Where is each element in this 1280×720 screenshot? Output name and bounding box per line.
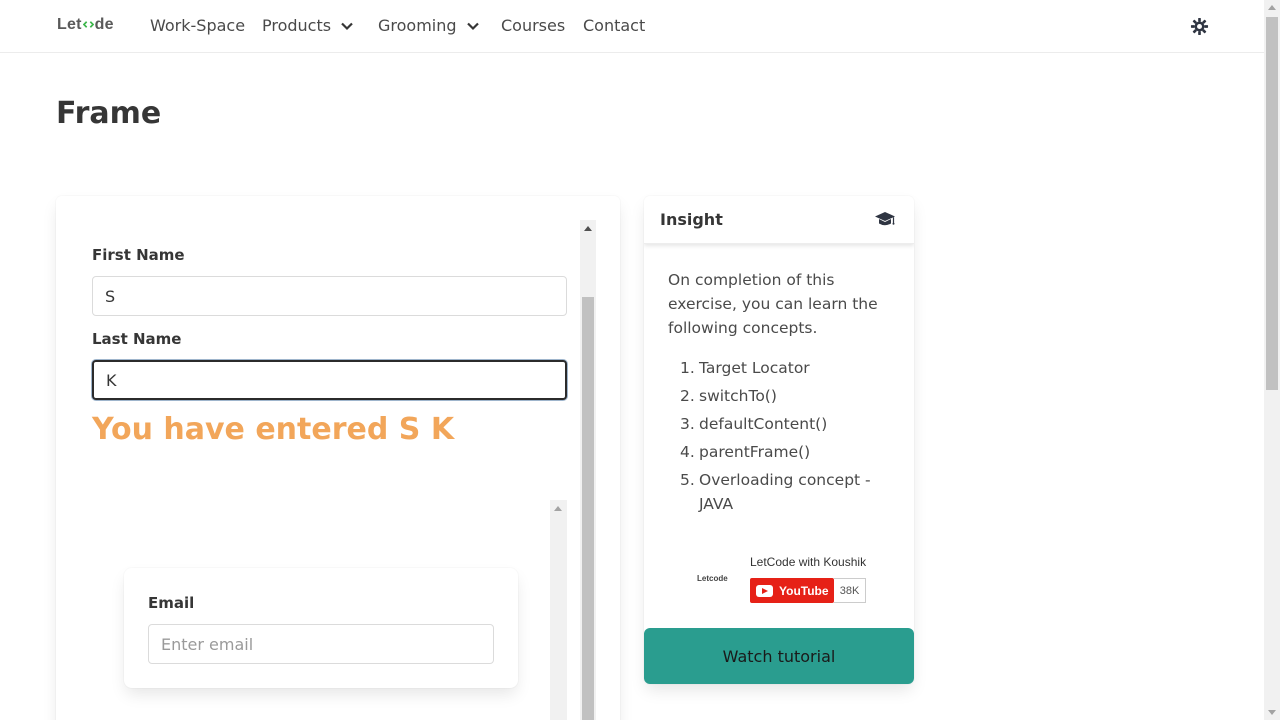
list-item: 5. Overloading concept - JAVA	[680, 468, 880, 516]
page-scrollbar[interactable]	[1264, 0, 1280, 720]
list-item-text: Overloading concept - JAVA	[699, 471, 871, 513]
list-item: 4. parentFrame()	[680, 440, 880, 464]
logo-prefix: Let	[57, 16, 82, 33]
chevron-down-icon	[341, 22, 353, 30]
youtube-subscribe-button[interactable]: YouTube	[750, 578, 834, 603]
insight-card: Insight On completion of this exercise, …	[644, 196, 914, 684]
watch-tutorial-button[interactable]: Watch tutorial	[644, 628, 914, 684]
scroll-down-arrow-icon[interactable]	[1268, 710, 1276, 715]
nav-workspace-label: Work-Space	[150, 16, 246, 35]
gear-icon[interactable]	[1190, 17, 1209, 36]
top-navbar: Let de Work-Space Products Grooming Cours…	[0, 0, 1264, 53]
entered-name-message: You have entered S K	[92, 412, 455, 447]
list-item-text: parentFrame()	[699, 443, 811, 461]
list-item-number: 2.	[680, 387, 695, 405]
nav-grooming[interactable]: Grooming	[378, 16, 480, 35]
list-item-text: Target Locator	[699, 359, 810, 377]
insight-title: Insight	[660, 210, 723, 229]
youtube-channel-logo[interactable]: Letcode	[697, 574, 728, 583]
chevron-down-icon	[466, 22, 479, 30]
nav-products-label: Products	[262, 16, 332, 35]
nav-grooming-label: Grooming	[378, 16, 457, 35]
scrollbar-thumb[interactable]	[1266, 17, 1278, 390]
nav-contact-label: Contact	[583, 16, 646, 35]
insight-header: Insight	[644, 196, 914, 244]
list-item-number: 1.	[680, 359, 695, 377]
first-name-input[interactable]: S	[92, 276, 567, 316]
scroll-up-arrow-icon[interactable]	[1268, 5, 1276, 10]
nav-products[interactable]: Products	[262, 16, 354, 35]
last-name-input[interactable]: K	[92, 360, 567, 400]
logo-code-icon	[82, 21, 94, 28]
first-name-label: First Name	[92, 246, 185, 264]
nav-workspace[interactable]: Work-Space	[150, 16, 245, 35]
email-input[interactable]: Enter email	[148, 624, 494, 664]
youtube-button-label: YouTube	[779, 583, 829, 598]
iframe-scrollbar[interactable]	[580, 220, 596, 720]
list-item: 3. defaultContent()	[680, 412, 880, 436]
scroll-up-arrow-icon[interactable]	[584, 226, 592, 231]
last-name-label: Last Name	[92, 330, 182, 348]
list-item-text: switchTo()	[699, 387, 777, 405]
list-item-number: 3.	[680, 415, 695, 433]
nav-courses[interactable]: Courses	[501, 16, 565, 35]
email-label: Email	[148, 594, 195, 612]
list-item-text: defaultContent()	[699, 415, 828, 433]
graduation-cap-icon	[875, 212, 895, 226]
list-item-number: 4.	[680, 443, 695, 461]
scroll-up-arrow-icon[interactable]	[554, 506, 562, 511]
youtube-subscriber-count: 38K	[834, 578, 866, 603]
list-item-number: 5.	[680, 471, 695, 489]
iframe-scrollbar-thumb[interactable]	[582, 297, 594, 720]
nav-contact[interactable]: Contact	[583, 16, 645, 35]
list-item: 1. Target Locator	[680, 356, 880, 380]
concepts-list: 1. Target Locator 2. switchTo() 3. defaultC…	[680, 356, 880, 520]
youtube-channel-name[interactable]: LetCode with Koushik	[750, 555, 866, 569]
insight-description: On completion of this exercise, you can …	[668, 271, 878, 337]
inner-iframe-scrollbar[interactable]	[550, 500, 567, 720]
list-item: 2. switchTo()	[680, 384, 880, 408]
letcode-logo[interactable]: Let de	[57, 16, 114, 34]
page-title: Frame	[56, 96, 162, 131]
nav-courses-label: Courses	[501, 16, 566, 35]
logo-suffix: de	[94, 16, 114, 33]
youtube-play-icon	[756, 584, 773, 597]
